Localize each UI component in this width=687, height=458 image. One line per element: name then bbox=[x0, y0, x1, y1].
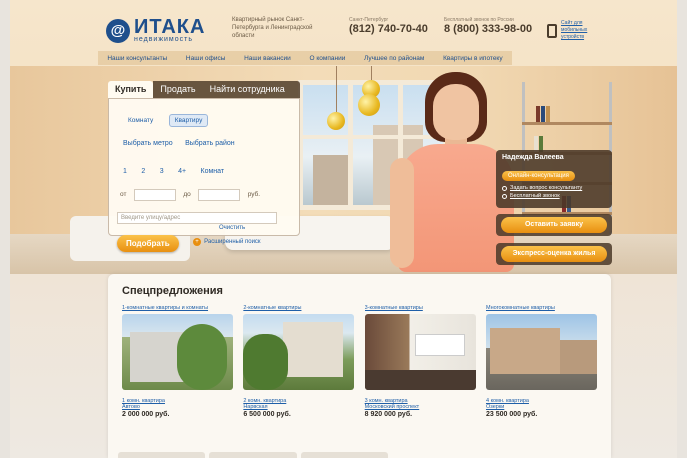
leave-request-block: Оставить заявку bbox=[496, 214, 612, 236]
plus-icon: + bbox=[193, 237, 202, 246]
phone-spb-number: (812) 740-70-40 bbox=[349, 23, 428, 35]
offer-price: 2 000 000 руб. bbox=[122, 411, 170, 418]
rooms-1-option[interactable]: 1 bbox=[123, 168, 127, 175]
offer-location-link[interactable]: Озерки bbox=[486, 404, 597, 410]
offer-card[interactable]: Многокомнатные квартиры 4 комн. квартира… bbox=[485, 305, 597, 418]
price-from-label: от bbox=[120, 191, 127, 199]
nav-vacancies[interactable]: Наши вакансии bbox=[244, 55, 291, 62]
type-room-option[interactable]: Комнату bbox=[123, 115, 158, 126]
offer-card[interactable]: 2-комнатные квартиры 2 комн. квартира На… bbox=[243, 305, 355, 418]
price-to-label: до bbox=[183, 191, 191, 199]
tab-buy[interactable]: Купить bbox=[108, 81, 154, 98]
rooms-label: Комнат bbox=[200, 168, 225, 175]
advanced-search-link[interactable]: + Расширенный поиск bbox=[193, 237, 261, 246]
bottom-tab[interactable] bbox=[118, 452, 206, 458]
price-from-input[interactable] bbox=[133, 188, 176, 201]
nav-best-by-district[interactable]: Лучшее по районам bbox=[364, 55, 424, 62]
offer-category-link[interactable]: 1-комнатные квартиры и комнаты bbox=[122, 305, 233, 311]
offer-card[interactable]: 3-комнатные квартиры 3 комн. квартира Мо… bbox=[364, 305, 476, 418]
online-consult-button[interactable]: Онлайн-консультация bbox=[502, 171, 575, 181]
express-evaluation-block: Экспресс-оценка жилья bbox=[496, 243, 612, 265]
phone-russia: Бесплатный звонок по России 8 (800) 333-… bbox=[444, 17, 532, 35]
bottom-tabs bbox=[118, 452, 388, 458]
offer-card[interactable]: 1-комнатные квартиры и комнаты 1 комн. к… bbox=[122, 305, 233, 418]
pendant-lamp bbox=[358, 94, 380, 116]
question-icon bbox=[502, 185, 507, 191]
nav-mortgage[interactable]: Квартиры в ипотеку bbox=[443, 55, 503, 62]
nav-consultants[interactable]: Наши консультанты bbox=[107, 55, 167, 62]
mobile-site-label: Сайт для мобильных устройств bbox=[561, 20, 588, 40]
price-to-input[interactable] bbox=[198, 188, 241, 201]
leave-request-button[interactable]: Оставить заявку bbox=[501, 217, 607, 233]
offer-location-link[interactable]: Московский проспект bbox=[365, 404, 476, 410]
site-logo[interactable]: @ ИТАКА недвижимость bbox=[106, 16, 206, 43]
rooms-2-option[interactable]: 2 bbox=[141, 168, 145, 175]
offer-category-link[interactable]: Многокомнатные квартиры bbox=[486, 305, 597, 311]
advanced-search-label: Расширенный поиск bbox=[204, 238, 261, 245]
consultant-card: Надежда Валеева Онлайн-консультация Зада… bbox=[496, 150, 612, 208]
search-panel: Купить Продать Найти сотрудника Комнату … bbox=[108, 81, 300, 252]
bottom-tab[interactable] bbox=[209, 452, 297, 458]
free-call-label: Бесплатный звонок bbox=[510, 193, 560, 199]
offer-price: 23 500 000 руб. bbox=[485, 411, 538, 418]
mobile-site-link[interactable]: Сайт для мобильных устройств bbox=[547, 20, 601, 41]
clear-link[interactable]: Очистить bbox=[219, 225, 245, 231]
offer-category-link[interactable]: 3-комнатные квартиры bbox=[365, 305, 476, 311]
nav-offices[interactable]: Наши офисы bbox=[186, 55, 225, 62]
offer-price: 8 920 000 руб. bbox=[364, 411, 413, 418]
tab-find-agent[interactable]: Найти сотрудника bbox=[202, 81, 300, 98]
top-nav: Наши консультанты Наши офисы Наши ваканс… bbox=[98, 51, 512, 65]
search-submit-button[interactable]: Подобрать bbox=[117, 235, 179, 252]
bottom-tab[interactable] bbox=[300, 452, 388, 458]
offer-photo[interactable] bbox=[243, 314, 355, 390]
nav-about[interactable]: О компании bbox=[309, 55, 345, 62]
offer-photo[interactable] bbox=[364, 314, 476, 390]
rooms-3-option[interactable]: 3 bbox=[160, 168, 164, 175]
offer-photo[interactable] bbox=[122, 314, 233, 390]
phone-spb: Санкт-Петербург (812) 740-70-40 bbox=[349, 17, 428, 35]
rooms-4plus-option[interactable]: 4+ bbox=[178, 168, 186, 175]
free-call-link[interactable]: Бесплатный звонок bbox=[502, 193, 606, 199]
logo-mark-icon: @ bbox=[106, 18, 130, 43]
pendant-lamp bbox=[327, 112, 345, 130]
offer-location-link[interactable]: Нарвская bbox=[243, 404, 354, 410]
tagline: Квартирный рынок Санкт-Петербурга и Лени… bbox=[232, 17, 313, 39]
ask-question-link[interactable]: Задать вопрос консультанту bbox=[502, 185, 606, 191]
offer-photo[interactable] bbox=[485, 314, 597, 390]
mobile-phone-icon bbox=[547, 23, 557, 38]
express-evaluation-button[interactable]: Экспресс-оценка жилья bbox=[501, 246, 607, 262]
offer-location-link[interactable]: Автово bbox=[122, 404, 233, 410]
select-district-link[interactable]: Выбрать район bbox=[185, 140, 235, 147]
ask-question-label: Задать вопрос консультанту bbox=[510, 185, 583, 191]
page: @ ИТАКА недвижимость Квартирный рынок Са… bbox=[10, 0, 677, 458]
offer-category-link[interactable]: 2-комнатные квартиры bbox=[243, 305, 354, 311]
currency-label: руб. bbox=[247, 191, 261, 199]
logo-name: ИТАКА bbox=[134, 16, 206, 38]
special-offers-section: Спецпредложения 1-комнатные квартиры и к… bbox=[108, 274, 611, 458]
tab-sell[interactable]: Продать bbox=[153, 81, 203, 98]
phone-russia-number: 8 (800) 333-98-00 bbox=[444, 23, 533, 35]
select-metro-link[interactable]: Выбрать метро bbox=[123, 140, 173, 147]
address-input[interactable]: Введите улицу/адрес bbox=[117, 211, 277, 224]
type-apartment-option[interactable]: Квартиру bbox=[168, 114, 209, 127]
consultant-name: Надежда Валеева bbox=[502, 154, 564, 161]
user-icon bbox=[502, 193, 507, 199]
offer-price: 6 500 000 руб. bbox=[243, 411, 291, 418]
special-offers-title: Спецпредложения bbox=[122, 285, 223, 297]
